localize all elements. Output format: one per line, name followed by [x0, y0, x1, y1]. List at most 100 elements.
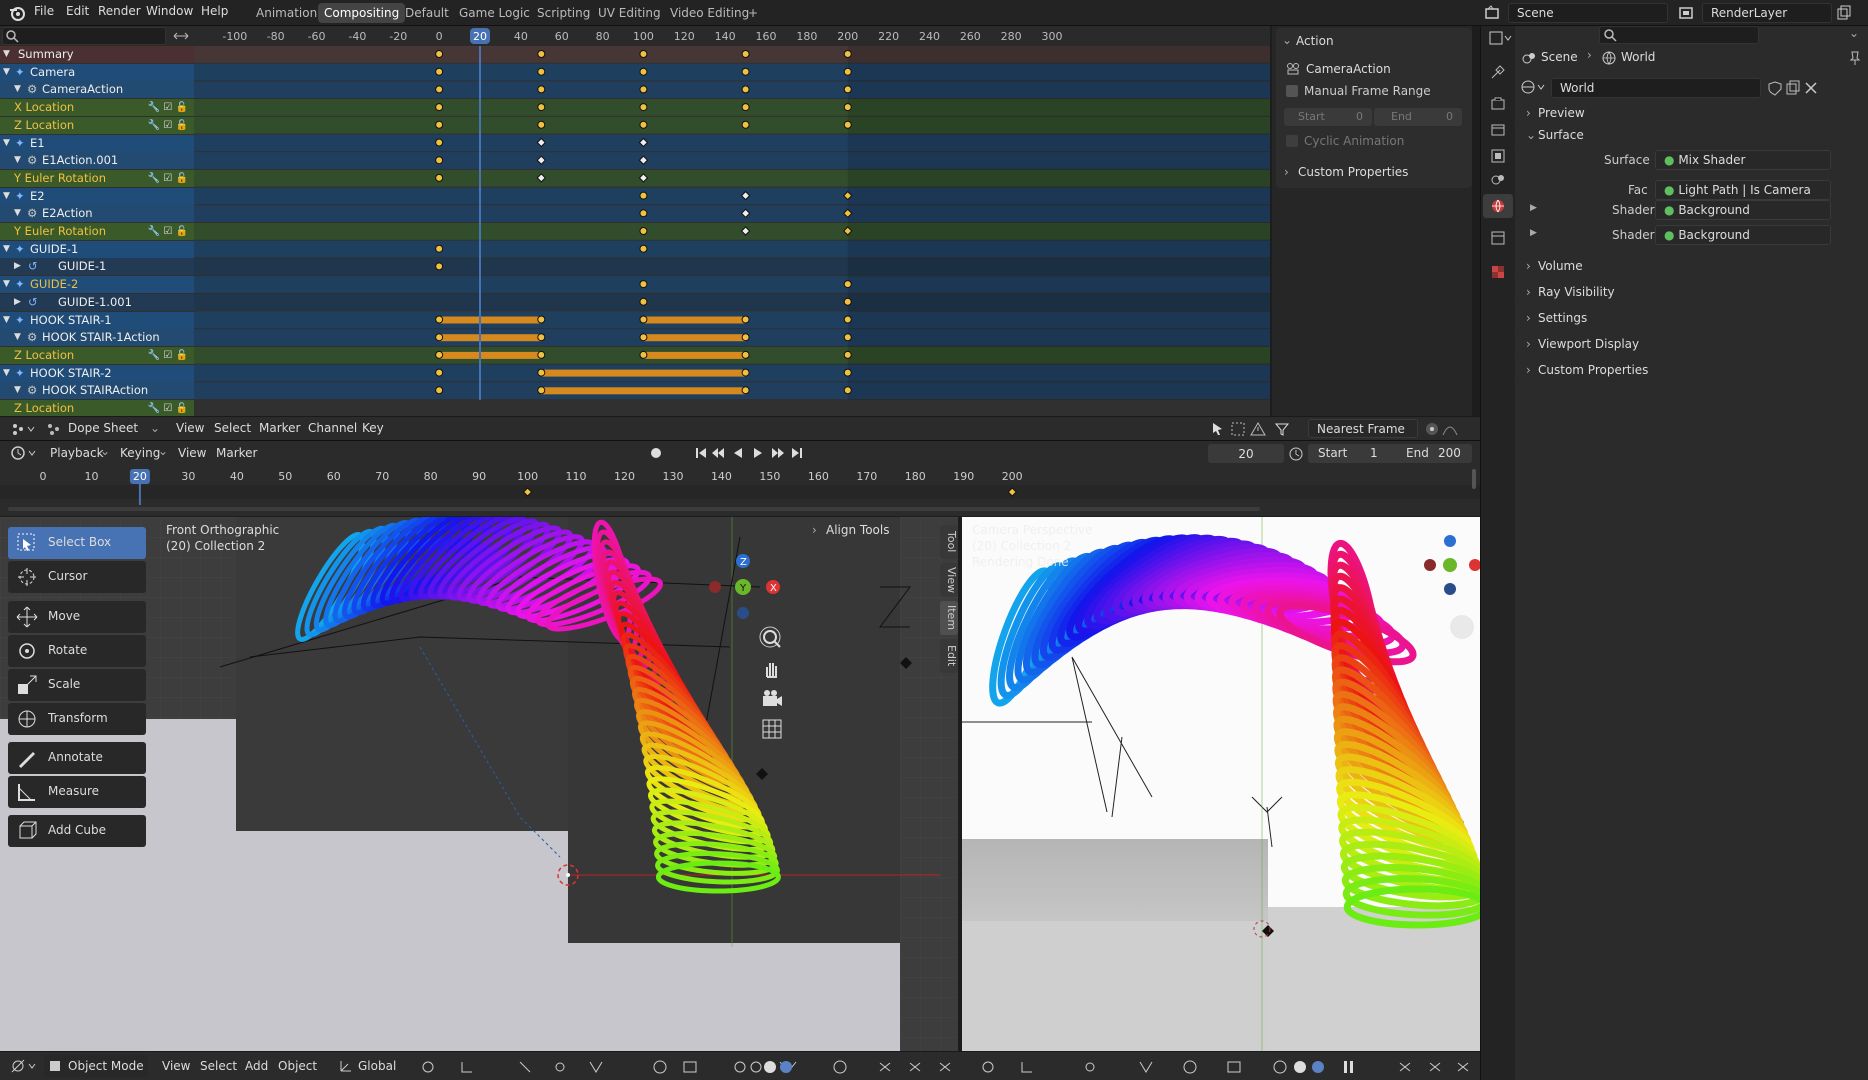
- channel-row[interactable]: Z Location 🔧 ☑ 🔓: [0, 400, 194, 417]
- editor-type-3d-icon[interactable]: [10, 1058, 38, 1074]
- ds-menu-channel[interactable]: Channel: [308, 421, 357, 435]
- ds-menu-key[interactable]: Key: [362, 421, 384, 435]
- expand-triangle-icon[interactable]: ▶: [1530, 228, 1537, 238]
- object-mode-select[interactable]: Object Mode: [44, 1055, 148, 1077]
- cyclic-animation-checkbox[interactable]: [1286, 135, 1298, 147]
- tool-scale[interactable]: Scale: [8, 669, 146, 701]
- section-custom-properties[interactable]: › Custom Properties: [1514, 359, 1860, 381]
- only-errors-icon[interactable]: [1250, 421, 1266, 437]
- render-layer-selector[interactable]: RenderLayer: [1702, 3, 1832, 23]
- zoom-view-icon[interactable]: [760, 627, 784, 651]
- tool-rotate[interactable]: Rotate: [8, 635, 146, 667]
- channel-row[interactable]: X Location 🔧 ☑ 🔓: [0, 99, 194, 117]
- copy-icon[interactable]: [1836, 5, 1852, 21]
- channel-row[interactable]: ▼ ✦ Camera: [0, 63, 194, 81]
- scene-tab-icon[interactable]: [1490, 172, 1506, 188]
- channel-row[interactable]: ▼ ✦ E1: [0, 134, 194, 152]
- world-browse-icon[interactable]: [1521, 79, 1547, 95]
- channel-row[interactable]: ▼ ⚙ HOOK STAIR-1Action: [0, 329, 194, 347]
- pin-icon[interactable]: [1847, 50, 1863, 66]
- channel-row[interactable]: ▼ ⚙ CameraAction: [0, 81, 194, 99]
- channel-row[interactable]: ▼ ⚙ E2Action: [0, 205, 194, 223]
- tool-annotate[interactable]: Annotate: [8, 742, 146, 774]
- keyframe-area[interactable]: [194, 46, 1270, 400]
- shader2-field[interactable]: ● Background: [1655, 225, 1831, 245]
- auto-keying-record-icon[interactable]: [648, 445, 668, 461]
- breadcrumb-world[interactable]: World: [1621, 50, 1655, 64]
- timeline-frame-ruler[interactable]: 0 10 20 30 40 50 60 70 80 90 100 110 120 130 140 150 160…: [0, 467, 1480, 515]
- vp-menu-add[interactable]: Add: [245, 1059, 268, 1073]
- action-panel-title[interactable]: Action: [1296, 34, 1334, 48]
- viewport-header-icons[interactable]: [420, 1058, 960, 1076]
- tab-scripting[interactable]: Scripting: [531, 3, 596, 23]
- world-name-field[interactable]: World: [1551, 78, 1761, 98]
- use-preview-range-icon[interactable]: [1288, 446, 1304, 462]
- tool-cursor[interactable]: Cursor: [8, 561, 146, 593]
- section-ray-visibility[interactable]: › Ray Visibility: [1514, 281, 1860, 303]
- custom-properties-section[interactable]: Custom Properties: [1298, 165, 1408, 179]
- tool-measure[interactable]: Measure: [8, 776, 146, 808]
- menu-help[interactable]: Help: [201, 4, 228, 18]
- section-viewport-display[interactable]: › Viewport Display: [1514, 333, 1860, 355]
- channel-row[interactable]: ▼ ⚙ HOOK STAIRAction: [0, 382, 194, 400]
- section-volume[interactable]: › Volume: [1514, 255, 1860, 277]
- editor-type-properties-icon[interactable]: [1489, 30, 1515, 46]
- collection-tab-icon[interactable]: [1490, 230, 1506, 246]
- only-selected-icon[interactable]: [1210, 421, 1226, 437]
- tab-default[interactable]: Default: [399, 3, 455, 23]
- ds-menu-marker[interactable]: Marker: [259, 421, 300, 435]
- navigation-gizmo-right[interactable]: [1392, 527, 1480, 677]
- viewport-left[interactable]: Front Orthographic (20) Collection 2 › A…: [0, 517, 958, 1051]
- chevron-right-icon[interactable]: ›: [1284, 165, 1289, 179]
- breadcrumb-scene[interactable]: Scene: [1541, 50, 1578, 64]
- sidebar-tab-edit[interactable]: Edit: [940, 639, 958, 673]
- frame-start-value[interactable]: 1: [1370, 446, 1378, 460]
- frame-end-value[interactable]: 200: [1438, 446, 1461, 460]
- vp-menu-view[interactable]: View: [162, 1059, 190, 1073]
- sidebar-tab-tool[interactable]: Tool: [940, 525, 958, 559]
- channel-row[interactable]: ▼ ✦ HOOK STAIR-1: [0, 311, 194, 329]
- tool-transform[interactable]: Transform: [8, 703, 146, 735]
- channel-row[interactable]: Y Euler Rotation 🔧 ☑ 🔓: [0, 223, 194, 240]
- camera-view-icon[interactable]: [760, 687, 784, 711]
- action-name[interactable]: CameraAction: [1306, 62, 1391, 76]
- ds-menu-select[interactable]: Select: [214, 421, 251, 435]
- fake-user-shield-icon[interactable]: [1767, 80, 1783, 96]
- add-workspace-button[interactable]: +: [742, 3, 764, 23]
- texture-tab-icon[interactable]: [1490, 264, 1506, 280]
- dope-sheet-mode-select[interactable]: Dope Sheet: [68, 421, 138, 435]
- menu-file[interactable]: File: [34, 4, 54, 18]
- duplicate-icon[interactable]: [1785, 80, 1801, 96]
- section-settings[interactable]: › Settings: [1514, 307, 1860, 329]
- tool-tab-icon[interactable]: [1490, 64, 1506, 80]
- snap-mode-select[interactable]: Nearest Frame: [1308, 419, 1418, 438]
- output-tab-icon[interactable]: [1490, 122, 1506, 138]
- filter-icon[interactable]: [1274, 421, 1290, 437]
- scene-selector[interactable]: Scene: [1508, 3, 1668, 23]
- tab-uv-editing[interactable]: UV Editing: [592, 3, 667, 23]
- menu-render[interactable]: Render: [98, 4, 141, 18]
- dope-sheet-frame-ruler[interactable]: -100 -80 -60 -40 -20 0 20 40 60 80 100 120 140 160 180…: [194, 26, 1270, 46]
- ortho-grid-icon[interactable]: [760, 717, 784, 741]
- blender-logo-icon[interactable]: [8, 4, 26, 22]
- pan-hand-icon[interactable]: [760, 657, 784, 681]
- section-preview[interactable]: › Preview: [1514, 102, 1860, 124]
- channel-row[interactable]: ▼ ✦ GUIDE-2: [0, 276, 194, 294]
- viewport-header-icons-right[interactable]: [980, 1058, 1480, 1076]
- tab-animation[interactable]: Animation: [250, 3, 323, 23]
- channel-row[interactable]: ▼ ⚙ E1Action.001: [0, 152, 194, 170]
- properties-search-input[interactable]: [1599, 26, 1759, 44]
- show-hidden-icon[interactable]: [1230, 421, 1246, 437]
- surface-shader-field[interactable]: ● Mix Shader: [1655, 150, 1831, 170]
- channel-row[interactable]: ▼ ✦ HOOK STAIR-2: [0, 364, 194, 382]
- chevron-down-icon[interactable]: ⌄: [1282, 33, 1292, 47]
- menu-window[interactable]: Window: [146, 4, 193, 18]
- viewport-right[interactable]: Camera Perspective (20) Collection 2 Ren…: [962, 517, 1480, 1051]
- channel-row[interactable]: ▶ ↺ GUIDE-1.001: [0, 293, 194, 311]
- render-tab-icon[interactable]: [1490, 96, 1506, 112]
- channel-row[interactable]: ▼ ✦ E2: [0, 187, 194, 205]
- channel-row[interactable]: Y Euler Rotation 🔧 ☑ 🔓: [0, 169, 194, 187]
- tool-select-box[interactable]: Select Box: [8, 527, 146, 559]
- manual-frame-range-checkbox[interactable]: [1286, 85, 1298, 97]
- channel-search-input[interactable]: [2, 27, 166, 45]
